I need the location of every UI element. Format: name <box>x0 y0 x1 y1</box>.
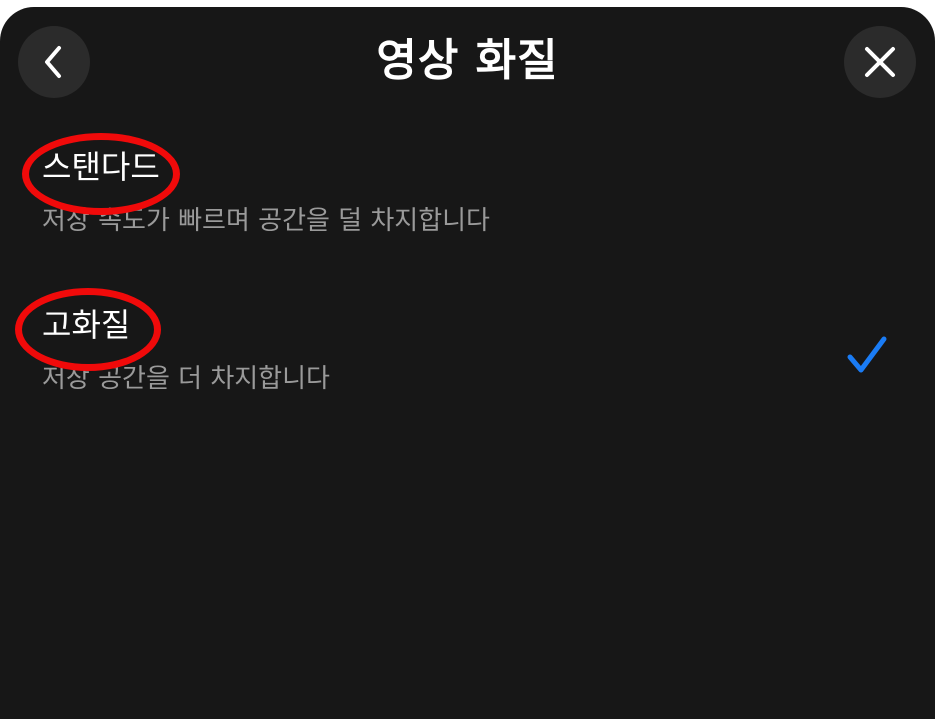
page-title: 영상 화질 <box>376 35 559 86</box>
video-quality-sheet: 영상 화질 스탠다드 저장 속도가 빠르며 공간을 덜 차지합니다 고화질 저장… <box>0 7 935 719</box>
quality-option-high[interactable]: 고화질 저장 공간을 더 차지합니다 <box>0 283 935 423</box>
option-description: 저장 공간을 더 차지합니다 <box>42 364 330 394</box>
checkmark-icon <box>847 336 887 373</box>
quality-option-standard[interactable]: 스탠다드 저장 속도가 빠르며 공간을 덜 차지합니다 <box>0 125 935 265</box>
option-label: 스탠다드 <box>42 148 160 186</box>
option-label: 고화질 <box>42 306 131 344</box>
option-description: 저장 속도가 빠르며 공간을 덜 차지합니다 <box>42 206 490 236</box>
close-icon <box>865 47 895 77</box>
close-button[interactable] <box>844 26 916 98</box>
